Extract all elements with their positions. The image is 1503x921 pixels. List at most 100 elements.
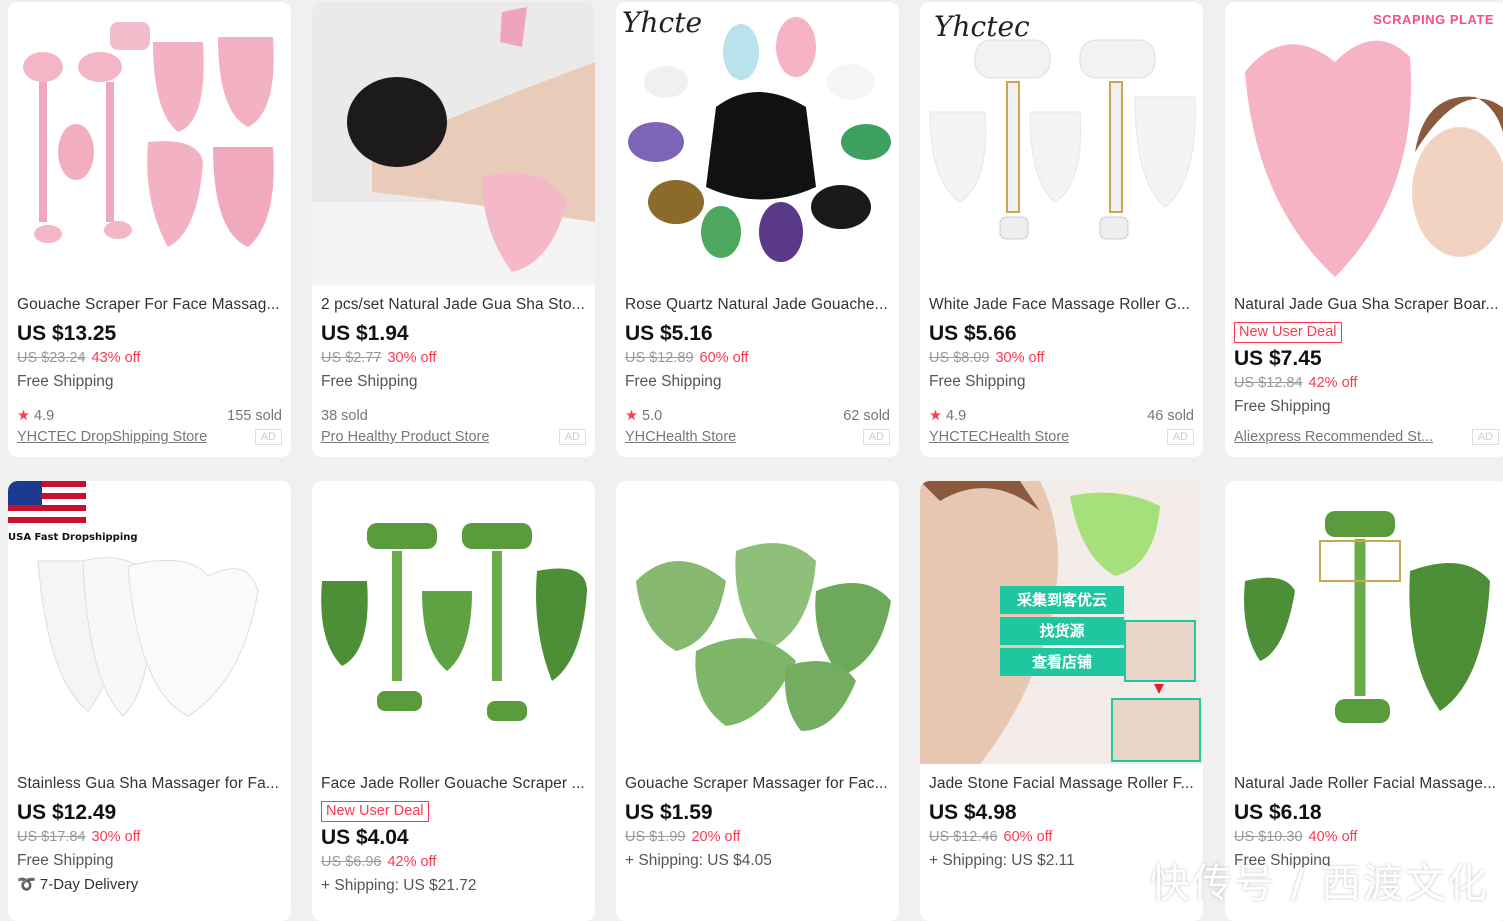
massage-photo-image bbox=[312, 2, 595, 285]
product-title[interactable]: White Jade Face Massage Roller G... bbox=[929, 294, 1194, 316]
shipping-text: Free Shipping bbox=[625, 373, 722, 390]
ad-badge: AD bbox=[254, 429, 282, 445]
store-link[interactable]: Aliexpress Recommended St... bbox=[1234, 427, 1433, 447]
star-icon: ★ bbox=[625, 408, 638, 424]
truck-icon: ➰ bbox=[17, 876, 36, 893]
new-user-deal-badge: New User Deal bbox=[321, 801, 429, 822]
product-price: US $4.98 bbox=[929, 801, 1017, 824]
green-jade-roller-set-image bbox=[312, 481, 595, 764]
product-image[interactable]: 采集到客优云 找货源 查看店铺 bbox=[920, 481, 1203, 764]
product-image[interactable] bbox=[1225, 481, 1503, 764]
view-store-button[interactable]: 查看店铺 bbox=[1000, 648, 1124, 676]
product-image[interactable] bbox=[312, 2, 595, 285]
product-image[interactable]: SCRAPING PLATE bbox=[1225, 2, 1503, 285]
product-title[interactable]: Natural Jade Gua Sha Scraper Boar... bbox=[1234, 294, 1499, 316]
store-link[interactable]: YHCHealth Store bbox=[625, 427, 736, 447]
product-card[interactable]: USA Fast Dropshipping Stainless Gua Sha … bbox=[8, 481, 291, 921]
discount-label: 20% off bbox=[691, 829, 741, 845]
store-link[interactable]: YHCTECHealth Store bbox=[929, 427, 1069, 447]
star-icon: ★ bbox=[17, 408, 30, 424]
product-price: US $1.59 bbox=[625, 801, 713, 824]
find-source-button[interactable]: 找货源 bbox=[1000, 617, 1124, 645]
shipping-text: Free Shipping bbox=[17, 373, 114, 390]
pink-jade-roller-set-image bbox=[8, 2, 291, 285]
product-card[interactable]: Yhcte Rose Quartz Natural Jade Gouache..… bbox=[616, 2, 899, 457]
natural-jade-roller-image bbox=[1225, 481, 1503, 764]
product-card[interactable]: 2 pcs/set Natural Jade Gua Sha Sto... US… bbox=[312, 2, 595, 457]
ad-badge: AD bbox=[558, 429, 586, 445]
original-price: US $10.30 bbox=[1234, 829, 1303, 845]
product-title[interactable]: Face Jade Roller Gouache Scraper ... bbox=[321, 773, 586, 795]
product-title[interactable]: Gouache Scraper For Face Massag... bbox=[17, 294, 282, 316]
store-link[interactable]: Pro Healthy Product Store bbox=[321, 427, 489, 447]
sold-count: 62 sold bbox=[843, 408, 890, 424]
product-image[interactable]: Yhcte bbox=[616, 2, 899, 285]
product-title[interactable]: 2 pcs/set Natural Jade Gua Sha Sto... bbox=[321, 294, 586, 316]
product-price: US $7.45 bbox=[1234, 347, 1322, 370]
product-image[interactable] bbox=[8, 2, 291, 285]
store-link[interactable]: YHCTEC DropShipping Store bbox=[17, 427, 207, 447]
rating: 4.9 bbox=[34, 408, 55, 424]
shipping-text: + Shipping: US $21.72 bbox=[321, 877, 477, 894]
product-card[interactable]: Face Jade Roller Gouache Scraper ... New… bbox=[312, 481, 595, 921]
brand-logo: Yhctec bbox=[934, 10, 1030, 43]
discount-label: 43% off bbox=[91, 350, 141, 366]
product-card[interactable]: Gouache Scraper For Face Massag... US $1… bbox=[8, 2, 291, 457]
ad-badge: AD bbox=[1166, 429, 1194, 445]
original-price: US $6.96 bbox=[321, 854, 382, 870]
usa-flag-icon bbox=[8, 481, 86, 523]
gua-sha-stones-image bbox=[616, 2, 899, 285]
stainless-gua-sha-image bbox=[8, 481, 291, 764]
original-price: US $12.46 bbox=[929, 829, 998, 845]
product-image[interactable]: USA Fast Dropshipping bbox=[8, 481, 291, 764]
discount-label: 40% off bbox=[1308, 829, 1358, 845]
shipping-text: Free Shipping bbox=[17, 852, 114, 869]
product-price: US $5.66 bbox=[929, 322, 1017, 345]
collect-button[interactable]: 采集到客优云 bbox=[1000, 586, 1124, 614]
discount-label: 42% off bbox=[1308, 375, 1358, 391]
product-price: US $1.94 bbox=[321, 322, 409, 345]
discount-label: 42% off bbox=[387, 854, 437, 870]
product-title[interactable]: Gouache Scraper Massager for Fac... bbox=[625, 773, 890, 795]
product-image[interactable] bbox=[312, 481, 595, 764]
pink-scraper-model-image bbox=[1225, 2, 1503, 285]
product-price: US $12.49 bbox=[17, 801, 117, 824]
product-price: US $13.25 bbox=[17, 322, 117, 345]
product-title[interactable]: Natural Jade Roller Facial Massage... bbox=[1234, 773, 1499, 795]
ad-badge: AD bbox=[862, 429, 890, 445]
sold-count: 155 sold bbox=[227, 408, 282, 424]
delivery-text: 7-Day Delivery bbox=[39, 876, 139, 893]
scraping-plate-banner: SCRAPING PLATE bbox=[1373, 12, 1494, 27]
brand-logo: Yhcte bbox=[622, 6, 703, 39]
sold-count: 38 sold bbox=[321, 408, 368, 424]
sold-count: 46 sold bbox=[1147, 408, 1194, 424]
product-title[interactable]: Jade Stone Facial Massage Roller F... bbox=[929, 773, 1194, 795]
product-image[interactable]: Yhctec bbox=[920, 2, 1203, 285]
discount-label: 60% off bbox=[699, 350, 749, 366]
original-price: US $2.77 bbox=[321, 350, 382, 366]
product-title[interactable]: Stainless Gua Sha Massager for Fa... bbox=[17, 773, 282, 795]
discount-label: 30% off bbox=[995, 350, 1045, 366]
product-price: US $5.16 bbox=[625, 322, 713, 345]
watermark-text: 快传号 / 西渡文化 bbox=[1150, 861, 1489, 907]
product-title[interactable]: Rose Quartz Natural Jade Gouache... bbox=[625, 294, 890, 316]
usa-fast-dropshipping-badge: USA Fast Dropshipping bbox=[8, 532, 138, 543]
original-price: US $8.09 bbox=[929, 350, 990, 366]
original-price: US $23.24 bbox=[17, 350, 86, 366]
original-price: US $12.89 bbox=[625, 350, 694, 366]
product-price: US $4.04 bbox=[321, 826, 409, 849]
product-image[interactable] bbox=[616, 481, 899, 764]
ad-badge: AD bbox=[1471, 429, 1499, 445]
product-card[interactable]: Yhctec White Jade Face Massage Roller G.… bbox=[920, 2, 1203, 457]
new-user-deal-badge: New User Deal bbox=[1234, 322, 1342, 343]
rating: 4.9 bbox=[946, 408, 967, 424]
original-price: US $1.99 bbox=[625, 829, 686, 845]
discount-label: 30% off bbox=[387, 350, 437, 366]
shipping-text: Free Shipping bbox=[1234, 398, 1331, 415]
shipping-text: Free Shipping bbox=[929, 373, 1026, 390]
product-card[interactable]: Gouache Scraper Massager for Fac... US $… bbox=[616, 481, 899, 921]
discount-label: 30% off bbox=[91, 829, 141, 845]
shipping-text: + Shipping: US $4.05 bbox=[625, 852, 772, 869]
product-card[interactable]: SCRAPING PLATE Natural Jade Gua Sha Scra… bbox=[1225, 2, 1503, 457]
product-price: US $6.18 bbox=[1234, 801, 1322, 824]
